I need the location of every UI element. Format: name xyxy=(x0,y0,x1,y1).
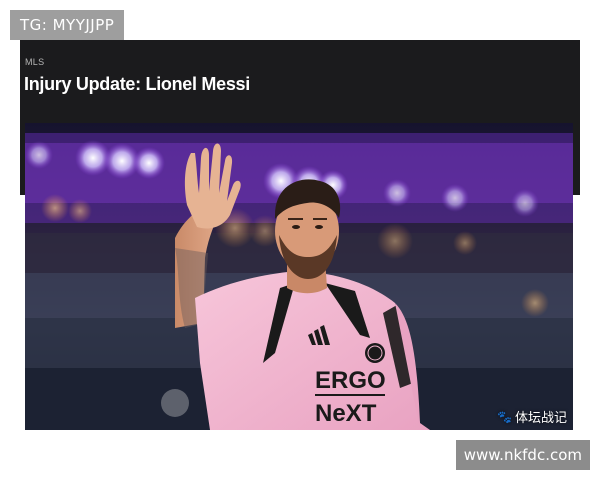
watermark-bottom-right: www.nkfdc.com xyxy=(455,440,590,470)
article-headline[interactable]: Injury Update: Lionel Messi xyxy=(24,74,250,95)
paw-icon: 🐾 xyxy=(497,409,512,424)
article-photo[interactable]: ERGO NeXT 🐾 体坛战记 xyxy=(25,123,573,430)
photo-illustration: ERGO NeXT xyxy=(25,123,573,430)
watermark-top-left: TG: MYYJJPP xyxy=(10,10,125,40)
photo-credit-text: 体坛战记 xyxy=(514,411,567,426)
page: TG: MYYJJPP MLS Injury Update: Lionel Me… xyxy=(0,0,600,480)
header-edge xyxy=(573,123,580,195)
jersey-sponsor-next: NeXT xyxy=(315,400,377,427)
article-category[interactable]: MLS xyxy=(25,57,44,67)
jersey-sponsor-ergo: ERGO xyxy=(315,367,386,394)
photo-credit: 🐾 体坛战记 xyxy=(497,407,567,427)
